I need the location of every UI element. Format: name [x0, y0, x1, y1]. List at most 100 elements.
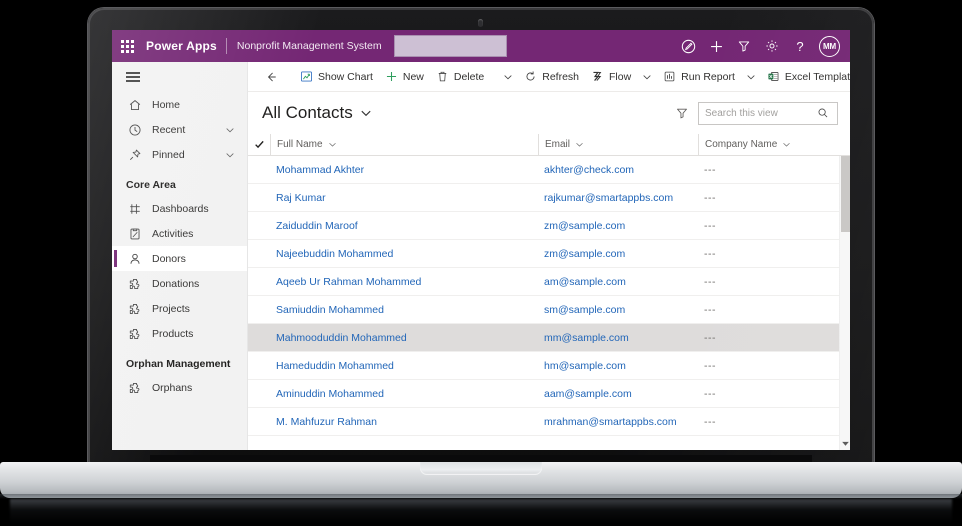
cell-email[interactable]: mrahman@smartappbs.com	[538, 416, 698, 428]
sidebar-item-products[interactable]: Products	[112, 321, 247, 346]
cell-email[interactable]: zm@sample.com	[538, 248, 698, 260]
puzzle-piece-icon	[126, 379, 143, 396]
cell-full-name[interactable]: Najeebuddin Mohammed	[270, 248, 538, 260]
view-selector[interactable]: All Contacts	[262, 103, 372, 123]
table-row[interactable]: Aminuddin Mohammed aam@sample.com ---	[248, 380, 850, 408]
filter-icon[interactable]	[731, 33, 757, 59]
cell-company-name: ---	[704, 191, 716, 204]
table-row[interactable]: Raj Kumar rajkumar@smartappbs.com ---	[248, 184, 850, 212]
cell-full-name[interactable]: Zaiduddin Maroof	[270, 220, 538, 232]
clock-icon	[126, 121, 143, 138]
cell-full-name[interactable]: Hameduddin Mohammed	[270, 360, 538, 372]
grid-body[interactable]: Mohammad Akhter akhter@check.com --- Raj Ku…	[248, 156, 850, 450]
help-question-icon[interactable]: ?	[787, 33, 813, 59]
cell-full-name[interactable]: Raj Kumar	[270, 192, 538, 204]
search-icon[interactable]	[817, 107, 829, 119]
cell-full-name[interactable]: Aqeeb Ur Rahman Mohammed	[270, 276, 538, 288]
cell-full-name[interactable]: M. Mahfuzur Rahman	[270, 416, 538, 428]
cell-email[interactable]: hm@sample.com	[538, 360, 698, 372]
command-label: Run Report	[681, 70, 735, 83]
gear-icon[interactable]	[759, 33, 785, 59]
cell-email[interactable]: zm@sample.com	[538, 220, 698, 232]
avatar[interactable]: MM	[819, 35, 840, 57]
sidebar-item-recent[interactable]: Recent	[112, 117, 247, 142]
table-row[interactable]: Samiuddin Mohammed sm@sample.com ---	[248, 296, 850, 324]
sidebar-item-orphans[interactable]: Orphans	[112, 375, 247, 400]
sidebar-item-projects[interactable]: Projects	[112, 296, 247, 321]
scrollbar-thumb[interactable]	[841, 156, 850, 232]
sidebar-item-donors[interactable]: Donors	[112, 246, 247, 271]
table-row[interactable]: Aqeeb Ur Rahman Mohammed am@sample.com ---	[248, 268, 850, 296]
table-row[interactable]: Najeebuddin Mohammed zm@sample.com ---	[248, 240, 850, 268]
run-report-button[interactable]: Run Report	[657, 62, 741, 92]
cell-email[interactable]: am@sample.com	[538, 276, 698, 288]
chevron-down-icon[interactable]	[575, 140, 584, 149]
app-name[interactable]: Power Apps	[142, 39, 226, 53]
table-row[interactable]: Mohammad Akhter akhter@check.com ---	[248, 156, 850, 184]
sidebar-item-label: Products	[152, 327, 194, 340]
checkmark-icon[interactable]	[248, 139, 270, 150]
laptop-mockup: Power Apps Nonprofit Management System ?	[0, 0, 962, 526]
cell-email[interactable]: rajkumar@smartappbs.com	[538, 192, 698, 204]
table-row[interactable]: M. Mahfuzur Rahman mrahman@smartappbs.com…	[248, 408, 850, 436]
grid-scrollbar[interactable]	[839, 156, 850, 450]
cell-email[interactable]: sm@sample.com	[538, 304, 698, 316]
back-arrow-icon[interactable]	[256, 62, 286, 92]
cell-email[interactable]: akhter@check.com	[538, 164, 698, 176]
activities-clipboard-icon	[126, 225, 143, 242]
chevron-down-icon[interactable]	[840, 437, 850, 449]
sidebar-item-pinned[interactable]: Pinned	[112, 142, 247, 167]
delete-button[interactable]: Delete	[430, 62, 490, 92]
command-overflow-chevron-down-icon[interactable]	[498, 62, 518, 92]
chevron-down-icon[interactable]	[328, 140, 337, 149]
plus-icon[interactable]	[703, 33, 729, 59]
table-row[interactable]: Hameduddin Mohammed hm@sample.com ---	[248, 352, 850, 380]
show-chart-button[interactable]: Show Chart	[294, 62, 379, 92]
chevron-down-icon[interactable]	[225, 125, 235, 135]
chevron-down-icon[interactable]	[225, 150, 235, 160]
flow-button[interactable]: Flow	[585, 62, 637, 92]
waffle-grid-icon[interactable]	[112, 30, 142, 62]
cell-email[interactable]: aam@sample.com	[538, 388, 698, 400]
flow-chevron-down-icon[interactable]	[637, 62, 657, 92]
cell-full-name[interactable]: Mahmooduddin Mohammed	[270, 332, 538, 344]
screen-content: Power Apps Nonprofit Management System ?	[112, 30, 850, 450]
sidebar-item-label: Projects	[152, 302, 190, 315]
table-row[interactable]: Zaiduddin Maroof zm@sample.com ---	[248, 212, 850, 240]
page-title: All Contacts	[262, 103, 353, 122]
chevron-down-icon[interactable]	[782, 140, 791, 149]
search-view-container[interactable]	[698, 101, 838, 125]
sidebar-item-activities[interactable]: Activities	[112, 221, 247, 246]
column-header-full-name[interactable]: Full Name	[270, 133, 538, 156]
chevron-down-icon[interactable]	[360, 107, 372, 119]
run-report-chevron-down-icon[interactable]	[741, 62, 761, 92]
cell-full-name[interactable]: Mohammad Akhter	[270, 164, 538, 176]
sidebar-item-home[interactable]: Home	[112, 92, 247, 117]
column-header-email[interactable]: Email	[538, 133, 698, 156]
cell-full-name[interactable]: Aminuddin Mohammed	[270, 388, 538, 400]
header-search-field[interactable]	[393, 35, 507, 57]
refresh-button[interactable]: Refresh	[518, 62, 585, 92]
excel-templates-button[interactable]: Excel Templates	[761, 62, 850, 92]
column-header-company-name[interactable]: Company Name	[698, 133, 828, 156]
table-row[interactable]: Mahmooduddin Mohammed mm@sample.com ---	[248, 324, 850, 352]
command-label: Refresh	[542, 70, 579, 83]
edit-pencil-circle-icon[interactable]	[675, 33, 701, 59]
filter-icon[interactable]	[675, 106, 689, 120]
new-button[interactable]: New	[379, 62, 430, 92]
webcam-icon	[478, 19, 483, 27]
hamburger-menu-icon[interactable]	[112, 62, 247, 92]
cell-email[interactable]: mm@sample.com	[538, 332, 698, 344]
flow-icon	[591, 70, 604, 83]
plus-green-icon	[385, 70, 398, 83]
sidebar-item-dashboards[interactable]: Dashboards	[112, 196, 247, 221]
person-icon	[126, 250, 143, 267]
app-bar-actions: ? MM	[675, 33, 850, 59]
show-chart-icon	[300, 70, 313, 83]
sidebar-item-label: Activities	[152, 227, 194, 240]
search-input[interactable]	[705, 107, 817, 119]
command-bar: Show Chart New Delete Refresh Flow Run R…	[248, 62, 850, 92]
cell-full-name[interactable]: Samiuddin Mohammed	[270, 304, 538, 316]
sidebar-item-label: Recent	[152, 123, 186, 136]
sidebar-item-donations[interactable]: Donations	[112, 271, 247, 296]
